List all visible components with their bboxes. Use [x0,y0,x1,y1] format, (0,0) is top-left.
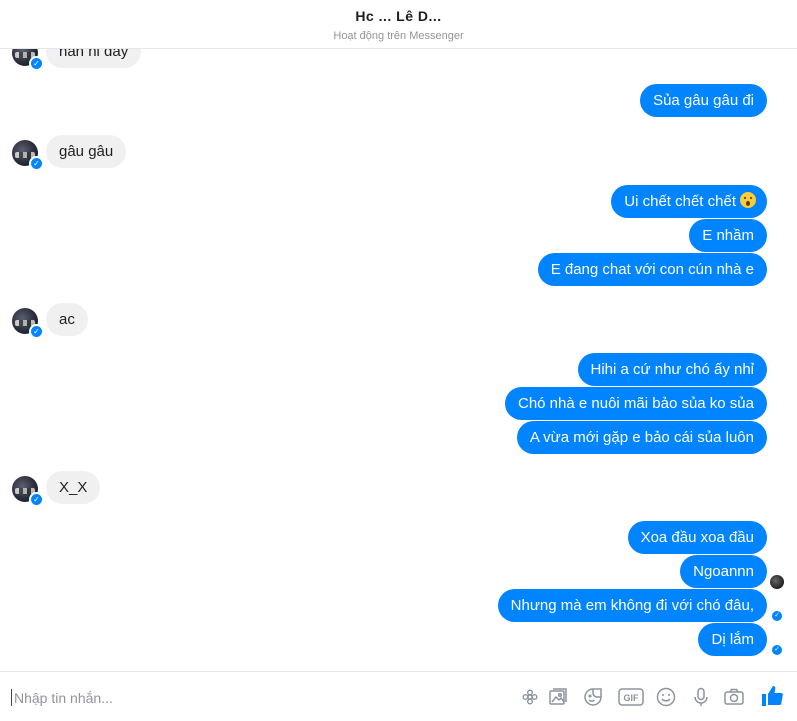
gif-label: GIF [624,693,640,703]
outgoing-message[interactable]: Sủa gâu gâu đi [640,84,767,117]
camera-icon[interactable] [723,686,745,708]
outgoing-message[interactable]: Ngoannn [680,555,767,588]
outgoing-message[interactable]: Dị lắm [698,623,767,656]
seen-by-avatar [770,575,784,589]
surprised-emoji-icon [740,192,756,208]
incoming-message[interactable]: ac [46,303,88,336]
outgoing-message[interactable]: E nhầm [689,219,767,252]
chat-header: Hc ... Lê D... Hoạt động trên Messenger [0,0,797,49]
message-input[interactable] [10,686,496,710]
message-composer: GIF [0,671,797,721]
outgoing-message[interactable]: A vừa mới gặp e bảo cái sủa luôn [516,421,767,454]
emoji-icon[interactable] [655,686,677,708]
delivered-check-icon: ✓ [772,645,782,655]
like-icon[interactable] [760,684,784,708]
messenger-badge-icon: ✓ [29,156,44,171]
message-text: Ui chết chết chết [624,193,736,210]
active-status: Hoạt động trên Messenger [333,30,464,42]
incoming-message[interactable]: X_X [46,471,101,504]
sticker-icon[interactable] [582,686,604,708]
message-list[interactable]: ✓ nan nỉ đây Sủa gâu gâu đi ✓ gâu gâu Ui… [0,49,797,671]
incoming-message[interactable]: nan nỉ đây [46,49,142,68]
image-icon[interactable] [547,686,569,708]
messenger-badge-icon: ✓ [29,324,44,339]
outgoing-message[interactable]: Nhưng mà em không đi với chó đâu, [497,589,767,622]
gif-icon[interactable]: GIF [618,686,644,708]
outgoing-message[interactable]: Chó nhà e nuôi mãi bảo sủa ko sủa [505,387,767,420]
outgoing-message[interactable]: Hihi a cứ như chó ấy nhỉ [577,353,767,386]
contact-name[interactable]: Hc ... Lê D... [0,8,797,24]
flower-sticker-icon[interactable] [519,686,541,708]
delivered-check-icon: ✓ [772,611,782,621]
microphone-icon[interactable] [690,686,712,708]
incoming-message[interactable]: gâu gâu [46,135,127,168]
messenger-badge-icon: ✓ [29,492,44,507]
outgoing-message[interactable]: Xoa đầu xoa đầu [627,521,767,554]
messenger-badge-icon: ✓ [29,56,44,71]
outgoing-message[interactable]: Ui chết chết chết [611,185,767,218]
outgoing-message[interactable]: E đang chat với con cún nhà e [537,253,767,286]
